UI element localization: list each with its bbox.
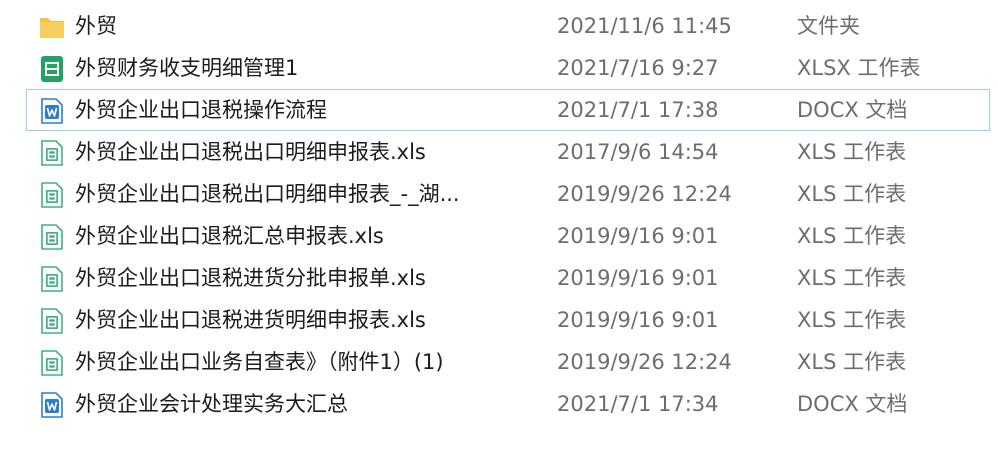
file-type: XLS 工作表 [797, 182, 907, 206]
file-type: DOCX 文档 [797, 392, 908, 416]
file-row[interactable]: 外贸财务收支明细管理1 2021/7/16 9:27 XLSX 工作表 [26, 47, 990, 89]
file-modified-date: 2019/9/16 9:01 [557, 266, 719, 290]
file-row[interactable]: 外贸企业出口退税出口明细申报表.xls 2017/9/6 14:54 XLS 工作表 [26, 131, 990, 173]
file-name: 外贸企业出口退税出口明细申报表.xls [75, 140, 426, 164]
file-name: 外贸企业出口业务自查表》（附件1）(1) [75, 350, 444, 374]
file-row[interactable]: 外贸企业出口退税出口明细申报表_-_湖... 2019/9/26 12:24 XLS… [26, 173, 990, 215]
file-modified-date: 2021/11/6 11:45 [557, 14, 732, 38]
xlsx-icon [39, 55, 65, 83]
file-modified-date: 2017/9/6 14:54 [557, 140, 719, 164]
file-modified-date: 2019/9/26 12:24 [557, 350, 732, 374]
file-name: 外贸企业会计处理实务大汇总 [75, 392, 348, 416]
file-row[interactable]: 外贸企业出口退税操作流程 2021/7/1 17:38 DOCX 文档 [26, 89, 990, 131]
file-modified-date: 2021/7/16 9:27 [557, 56, 719, 80]
file-name: 外贸企业出口退税出口明细申报表_-_湖... [75, 182, 460, 206]
file-row[interactable]: 外贸企业出口退税汇总申报表.xls 2019/9/16 9:01 XLS 工作表 [26, 215, 990, 257]
file-modified-date: 2019/9/26 12:24 [557, 182, 732, 206]
file-row[interactable]: 外贸企业出口退税进货分批申报单.xls 2019/9/16 9:01 XLS 工作表 [26, 257, 990, 299]
file-type: XLS 工作表 [797, 224, 907, 248]
file-row[interactable]: 外贸企业出口业务自查表》（附件1）(1) 2019/9/26 12:24 XLS 工… [26, 341, 990, 383]
docx-icon [39, 97, 65, 125]
file-row[interactable]: 外贸企业出口退税进货明细申报表.xls 2019/9/16 9:01 XLS 工作表 [26, 299, 990, 341]
file-name: 外贸企业出口退税操作流程 [75, 98, 327, 122]
file-name: 外贸企业出口退税汇总申报表.xls [75, 224, 384, 248]
file-name: 外贸企业出口退税进货分批申报单.xls [75, 266, 426, 290]
xls-icon [39, 265, 65, 293]
file-name: 外贸 [75, 14, 117, 38]
file-type: XLS 工作表 [797, 266, 907, 290]
xls-icon [39, 139, 65, 167]
file-type: XLS 工作表 [797, 308, 907, 332]
file-modified-date: 2019/9/16 9:01 [557, 308, 719, 332]
xls-icon [39, 349, 65, 377]
file-type: XLS 工作表 [797, 140, 907, 164]
file-type: DOCX 文档 [797, 98, 908, 122]
file-type: 文件夹 [797, 14, 860, 38]
docx-icon [39, 391, 65, 419]
xls-icon [39, 223, 65, 251]
file-modified-date: 2021/7/1 17:38 [557, 98, 719, 122]
folder-icon [39, 13, 65, 41]
file-type: XLSX 工作表 [797, 56, 921, 80]
file-row[interactable]: 外贸 2021/11/6 11:45 文件夹 [26, 5, 990, 47]
xls-icon [39, 181, 65, 209]
file-row[interactable]: 外贸企业会计处理实务大汇总 2021/7/1 17:34 DOCX 文档 [26, 383, 990, 425]
file-list: 外贸 2021/11/6 11:45 文件夹外贸财务收支明细管理1 2021/7/16… [0, 0, 998, 458]
file-modified-date: 2019/9/16 9:01 [557, 224, 719, 248]
xls-icon [39, 307, 65, 335]
file-name: 外贸财务收支明细管理1 [75, 56, 299, 80]
file-modified-date: 2021/7/1 17:34 [557, 392, 719, 416]
file-name: 外贸企业出口退税进货明细申报表.xls [75, 308, 426, 332]
file-type: XLS 工作表 [797, 350, 907, 374]
